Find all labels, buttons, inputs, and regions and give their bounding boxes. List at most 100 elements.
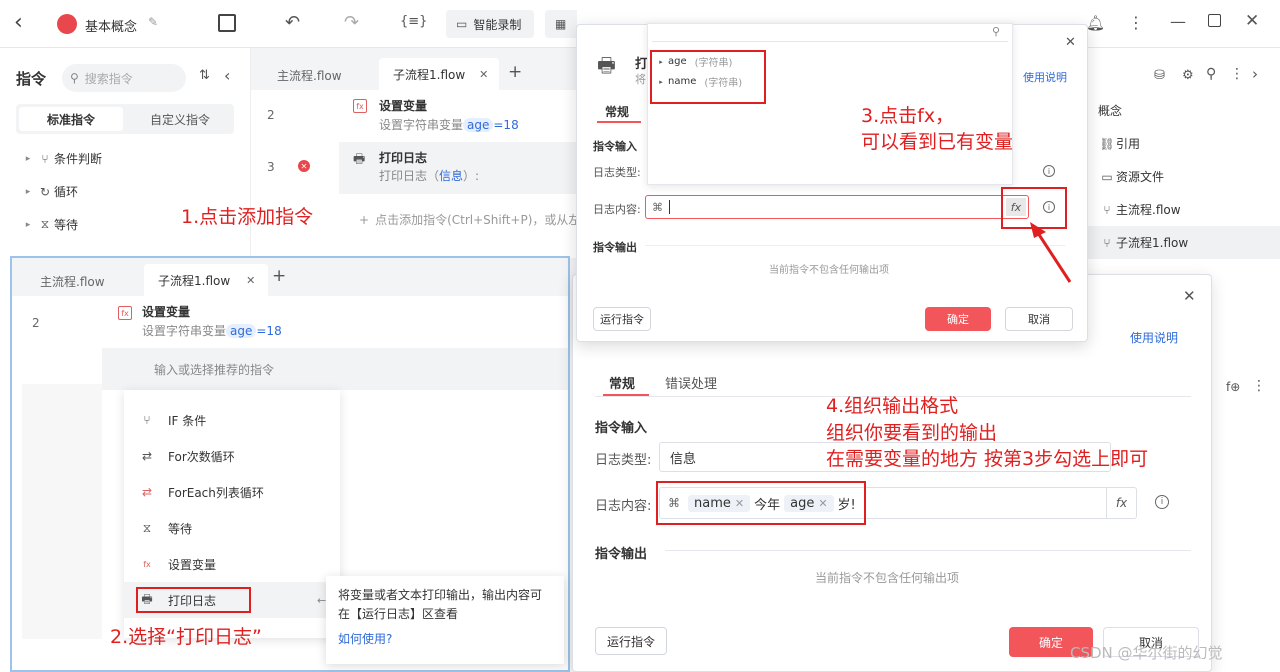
row-desc-suffix: =18: [256, 324, 282, 338]
tree-item-main-flow[interactable]: ⑂ 主流程.flow: [1088, 193, 1280, 226]
search-input[interactable]: ⚲ 搜索指令: [62, 64, 186, 92]
menu-item-if[interactable]: ⑂ IF 条件: [124, 402, 340, 438]
tab-general[interactable]: 常规: [605, 103, 629, 120]
tree-item-label: 主流程.flow: [1116, 203, 1181, 217]
tab-error-handling[interactable]: 错误处理: [665, 373, 717, 392]
loop-icon: ↻: [39, 184, 51, 199]
bell-icon[interactable]: 🔔︎: [1086, 14, 1105, 32]
section-input: 指令输入: [593, 140, 637, 153]
close-tab-icon[interactable]: ✕: [479, 68, 488, 81]
tab-main-flow[interactable]: 主流程.flow: [277, 67, 342, 84]
no-output-text: 当前指令不包含任何输出项: [815, 571, 960, 585]
info-icon: i: [1043, 165, 1055, 177]
tooltip-link[interactable]: 如何使用?: [338, 630, 552, 649]
tab-subflow-active[interactable]: 子流程1.flow ✕: [379, 58, 499, 90]
tab-subflow-active[interactable]: 子流程1.flow ✕: [144, 264, 268, 296]
command-input[interactable]: 输入或选择推荐的指令: [102, 348, 568, 390]
info-icon: i: [1155, 495, 1169, 509]
list-loop-icon: ⇄: [141, 485, 153, 499]
data-capture-button[interactable]: ▦: [545, 10, 577, 38]
smart-record-button[interactable]: ▭ 智能录制: [446, 10, 534, 38]
search-icon: ⚲: [70, 71, 79, 85]
menu-item-foreach[interactable]: ⇄ ForEach列表循环: [124, 474, 340, 510]
row-desc-prefix: 设置字符串变量: [142, 324, 227, 338]
add-command-hint[interactable]: + 点击添加指令(Ctrl+Shift+P)，或从左: [359, 211, 580, 228]
collapse-sidebar-icon[interactable]: ‹: [224, 66, 230, 85]
menu-item-wait[interactable]: ⧖ 等待: [124, 510, 340, 546]
line-number: 2: [32, 316, 40, 330]
tab-main-flow[interactable]: 主流程.flow: [40, 273, 105, 290]
fx-add-icon[interactable]: f⊕: [1226, 380, 1240, 394]
close-dialog-icon[interactable]: ✕: [1183, 287, 1196, 305]
tree-item-resources[interactable]: ▭ 资源文件: [1088, 160, 1280, 193]
tree-item-reference[interactable]: ⛓ 引用: [1088, 127, 1280, 160]
editor-back-row[interactable]: 2 fx 设置变量 设置字符串变量 age =18: [251, 94, 581, 144]
more-icon[interactable]: ⋮: [1252, 378, 1266, 394]
menu-item-set-variable[interactable]: fx 设置变量: [124, 546, 340, 582]
variable-search-input[interactable]: ⚲: [652, 24, 1008, 42]
save-icon[interactable]: [218, 14, 236, 32]
redo-icon[interactable]: ↷: [344, 12, 359, 33]
editor-front-row[interactable]: 2 fx 设置变量 设置字符串变量 age =18: [12, 300, 568, 346]
annotation-step4-line2: 组织你要看到的输出: [826, 422, 998, 444]
restore-icon[interactable]: [1208, 14, 1221, 27]
tab-standard[interactable]: 标准指令: [19, 107, 123, 131]
editor-front-tabbar: 主流程.flow 子流程1.flow ✕ +: [12, 258, 568, 296]
log-content-input[interactable]: ⌘ fx: [645, 195, 1029, 219]
annotation-step2: 2.选择“打印日志”: [110, 626, 262, 648]
menu-item-label: IF 条件: [168, 413, 207, 428]
fx-icon: fx: [143, 559, 151, 569]
cancel-button[interactable]: 取消: [1005, 307, 1073, 331]
tree-item-label: 资源文件: [1116, 170, 1165, 184]
add-tab-icon[interactable]: +: [508, 62, 522, 82]
fx-button[interactable]: fx: [1106, 488, 1136, 518]
usage-link[interactable]: 使用说明: [1130, 329, 1178, 346]
minimize-icon[interactable]: —: [1170, 12, 1186, 31]
log-content-label: 日志内容:: [593, 203, 641, 216]
sidebar-item-condition[interactable]: ▸ ⑂ 条件判断: [20, 142, 240, 175]
editor-back-row[interactable]: 3 ✕ 🖶︎ 打印日志 打印日志（信息）:: [251, 146, 581, 196]
search-icon[interactable]: ⚲: [1206, 66, 1216, 82]
chevron-right-icon[interactable]: ›: [1252, 65, 1258, 83]
caret-right-icon: ▸: [25, 186, 31, 197]
undo-icon[interactable]: ↶: [285, 12, 300, 33]
row-var: age: [226, 324, 257, 338]
tab-custom[interactable]: 自定义指令: [128, 107, 232, 131]
menu-item-label: 设置变量: [168, 557, 217, 572]
menu-item-for[interactable]: ⇄ For次数循环: [124, 438, 340, 474]
run-command-button[interactable]: 运行指令: [595, 627, 667, 655]
more-icon[interactable]: ⋮: [1230, 66, 1244, 82]
arrow-left-icon: ←: [317, 594, 327, 607]
row-desc: 设置字符串变量 age =18: [379, 116, 519, 133]
tree-item-concept[interactable]: 概念: [1088, 94, 1280, 127]
close-window-icon[interactable]: ✕: [1245, 11, 1259, 31]
confirm-button[interactable]: 确定: [925, 307, 991, 331]
tree-item-subflow[interactable]: ⑂ 子流程1.flow: [1088, 226, 1280, 259]
editor-front: 主流程.flow 子流程1.flow ✕ + 2 fx 设置变量 设置字符串变量…: [10, 256, 570, 672]
row-title: 设置变量: [379, 99, 428, 113]
settings-icon[interactable]: ⚙: [1182, 68, 1194, 83]
edit-icon[interactable]: ✎: [148, 15, 158, 29]
sort-icon[interactable]: ⇅: [199, 68, 210, 83]
printer-icon: 🖶︎: [353, 152, 366, 167]
variable-icon[interactable]: {≡}: [400, 14, 427, 29]
search-placeholder: 搜索指令: [84, 71, 133, 86]
camera-icon: ▭: [456, 17, 468, 31]
confirm-label: 确定: [947, 313, 969, 326]
close-dialog-icon[interactable]: ✕: [1065, 35, 1076, 50]
usage-link[interactable]: 使用说明: [1023, 69, 1067, 85]
layers-icon[interactable]: ⛁: [1154, 68, 1165, 83]
close-tab-icon[interactable]: ✕: [246, 274, 255, 287]
run-command-button[interactable]: 运行指令: [593, 307, 651, 331]
more-icon[interactable]: ⋮: [1128, 13, 1144, 32]
tab-underline: [603, 394, 649, 396]
back-icon[interactable]: ‹: [14, 10, 23, 35]
sidebar-item-label: 循环: [54, 185, 79, 199]
table-icon: ▦: [555, 17, 567, 31]
tab-general[interactable]: 常规: [609, 373, 635, 392]
resource-tree: 概念 ⛓ 引用 ▭ 资源文件 ⑂ 主流程.flow ⑂ 子流程1.flow: [1088, 94, 1280, 259]
add-tab-icon[interactable]: +: [272, 266, 286, 286]
editor-back-tabbar: 主流程.flow 子流程1.flow ✕ +: [251, 48, 581, 90]
step4-highlight: [656, 481, 866, 525]
no-output-text: 当前指令不包含任何输出项: [769, 265, 889, 276]
